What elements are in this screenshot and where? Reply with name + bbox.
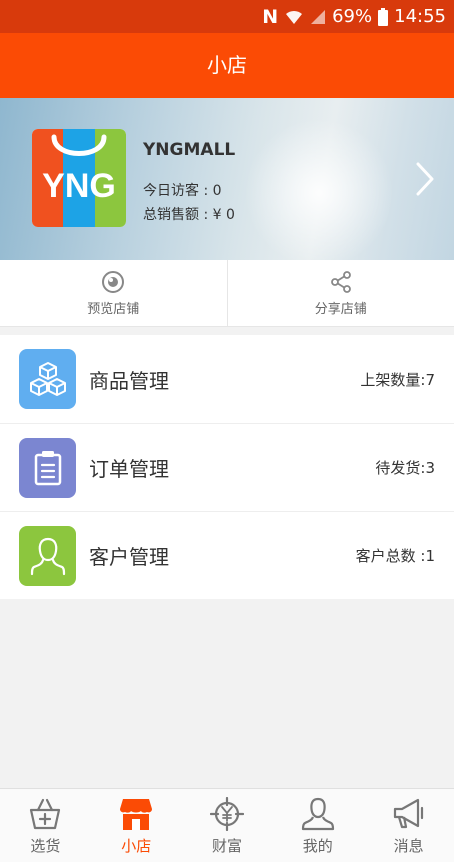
share-store-button[interactable]: 分享店铺 [226,260,454,326]
banner-glow [244,118,394,260]
page-title: 小店 [207,53,247,77]
share-icon [330,270,351,293]
share-store-label: 分享店铺 [314,301,367,317]
tab-wealth-label: 财富 [211,837,242,855]
order-management-label: 订单管理 [89,457,169,481]
store-name: YNGMALL [143,140,236,160]
store-banner[interactable]: YNG [0,98,454,260]
customer-management-row[interactable]: 客户管理 客户总数 :1 [0,511,454,599]
listed-count: 上架数量:7 [360,370,435,389]
store-actions: 预览店铺 分享店铺 [0,260,454,327]
customer-total: 客户总数 :1 [355,547,435,565]
tab-mine[interactable]: 我的 [272,789,363,862]
boxes-icon [19,349,76,409]
nfc-icon: N [262,5,279,28]
tab-shop[interactable]: 小店 [91,789,182,862]
yuan-target-icon [209,797,244,831]
clipboard-icon [19,437,76,498]
tab-messages[interactable]: 消息 [363,789,454,862]
preview-store-button[interactable]: 预览店铺 [0,260,227,326]
customer-management-label: 客户管理 [89,545,169,569]
tab-select-goods[interactable]: 选货 [0,789,91,862]
tab-messages-label: 消息 [393,837,424,855]
management-menu: 商品管理 上架数量:7 订单管理 待发货:3 客户管理 客户总数 :1 [0,335,454,599]
store-chevron-icon[interactable] [415,162,435,196]
user-icon [301,797,334,831]
store-logo: YNG [32,129,126,227]
pending-shipment-count: 待发货:3 [375,459,435,477]
battery-percent: 69% [332,6,373,27]
total-sales: 总销售额 : ¥ 0 [143,207,235,223]
today-visitors: 今日访客 : 0 [143,183,222,199]
bottom-tab-bar: 选货 小店 财富 我的 消息 [0,788,454,862]
wifi-icon [284,8,304,26]
signal-icon [310,9,326,25]
eye-icon [102,270,125,293]
product-management-row[interactable]: 商品管理 上架数量:7 [0,335,454,423]
logo-text: YNG [42,167,116,205]
person-icon [19,525,76,586]
shop-icon [120,799,153,830]
tab-mine-label: 我的 [302,837,333,855]
preview-store-label: 预览店铺 [87,301,140,317]
battery-icon [378,7,389,26]
megaphone-icon [393,798,423,829]
order-management-row[interactable]: 订单管理 待发货:3 [0,423,454,511]
tab-shop-label: 小店 [121,837,152,855]
clock: 14:55 [394,6,446,27]
status-bar: N 69% 14:55 [0,0,454,33]
tab-wealth[interactable]: 财富 [182,789,273,862]
tab-select-goods-label: 选货 [30,837,61,855]
app-bar: 小店 [0,33,454,98]
basket-icon [30,798,61,830]
product-management-label: 商品管理 [89,368,169,393]
